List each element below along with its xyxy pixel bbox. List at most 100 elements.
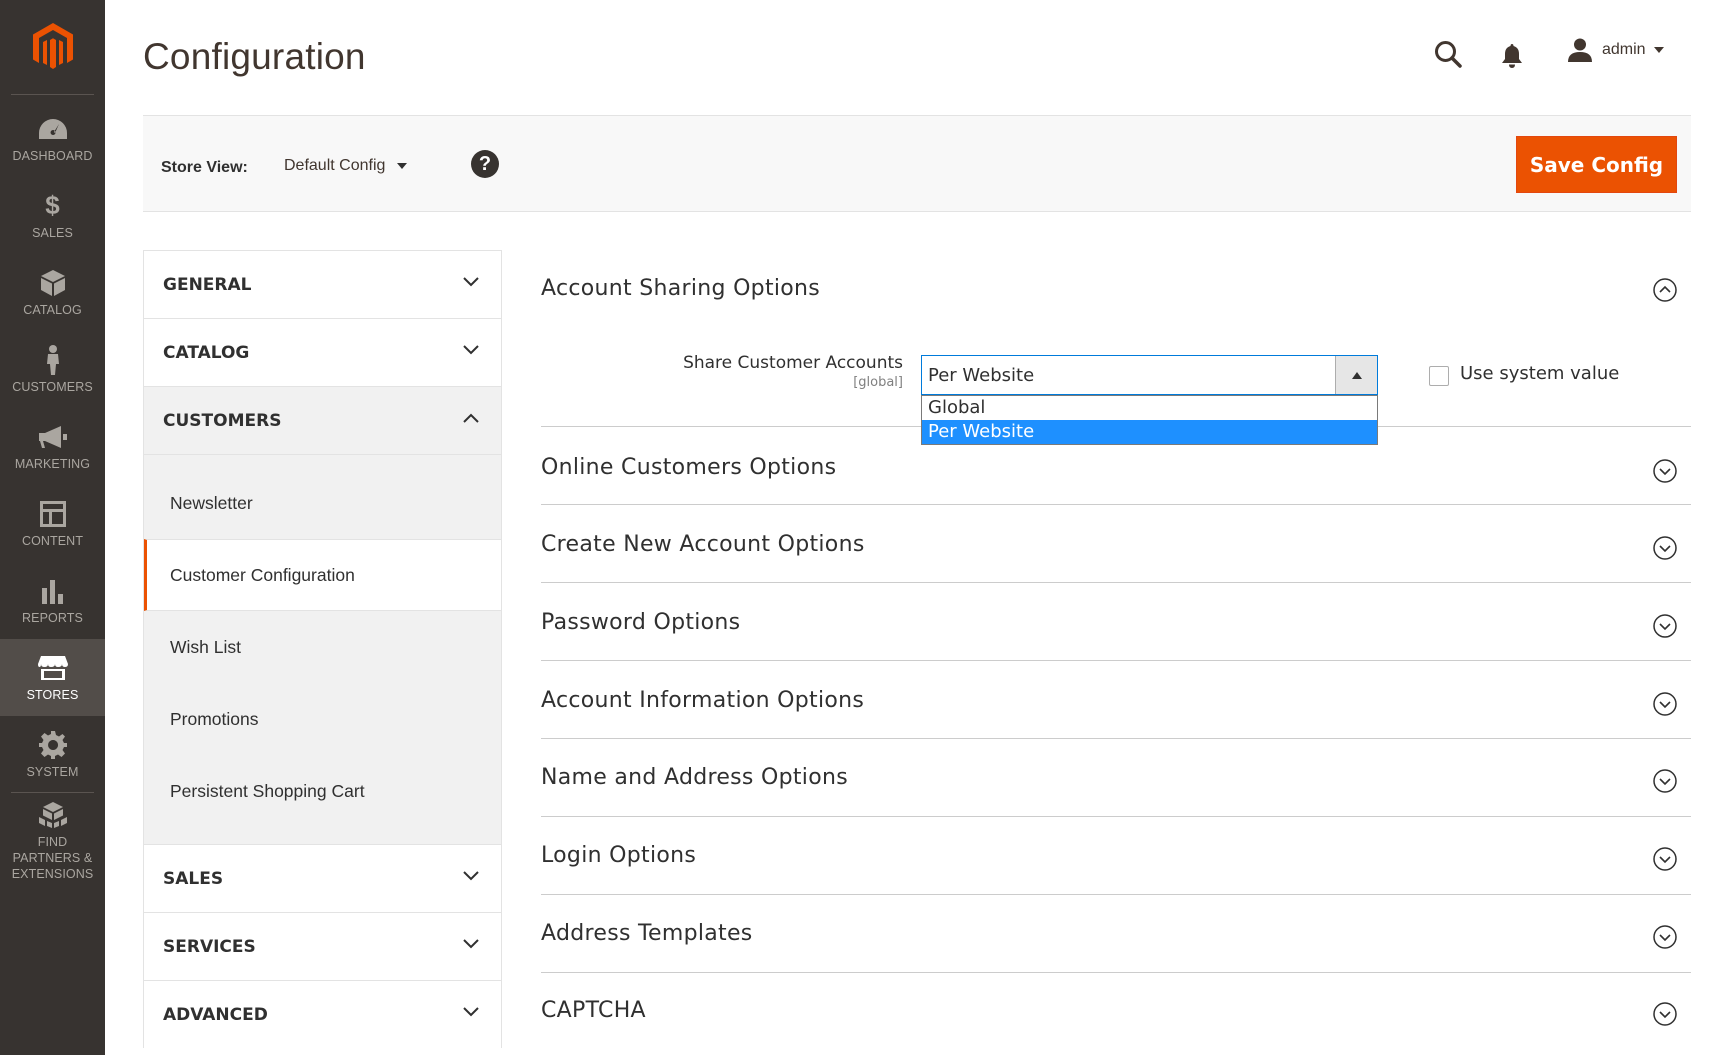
section-title[interactable]: Account Sharing Options [541,276,820,301]
section-address-templates[interactable]: Address Templates [541,896,1691,973]
nav-label-system: SYSTEM [26,764,79,779]
section-title: Online Customers Options [541,455,837,480]
config-item-persistent-shopping-cart[interactable]: Persistent Shopping Cart [144,755,501,827]
option-global[interactable]: Global [922,396,1377,420]
sidebar-divider [11,792,94,793]
dashboard-icon [38,114,68,144]
bell-icon[interactable] [1499,42,1525,70]
dollar-icon: $ [45,190,60,220]
config-item-wish-list[interactable]: Wish List [144,611,501,683]
nav-label-catalog: CATALOG [23,302,82,317]
nav-catalog[interactable]: CATALOG [0,254,105,331]
config-group-sales[interactable]: SALES [144,845,501,913]
nav-find-partners[interactable]: FIND PARTNERS & EXTENSIONS [0,796,105,886]
chevron-down-icon [463,277,479,287]
nav-label-customers: CUSTOMERS [12,379,93,394]
chevron-up-icon [463,413,479,423]
save-config-button[interactable]: Save Config [1516,136,1677,193]
admin-username: admin [1602,41,1646,58]
admin-user-menu[interactable]: admin [1568,38,1664,62]
nav-label-sales: SALES [32,225,73,240]
scope-label: [global] [853,375,903,390]
section-title: CAPTCHA [541,998,646,1023]
magento-logo-icon [32,23,73,69]
section-account-information-options[interactable]: Account Information Options [541,662,1691,739]
nav-label-marketing: MARKETING [14,456,91,471]
section-password-options[interactable]: Password Options [541,584,1691,661]
expand-circle-icon[interactable] [1653,692,1677,716]
expand-circle-icon[interactable] [1653,1002,1677,1026]
config-group-label: CUSTOMERS [163,410,282,431]
config-item-promotions[interactable]: Promotions [144,683,501,755]
config-item-customer-configuration[interactable]: Customer Configuration [144,539,501,611]
cube-icon [38,268,68,298]
user-icon [1568,38,1592,62]
config-group-label: CATALOG [163,342,250,363]
expand-circle-icon[interactable] [1653,459,1677,483]
store-view-switcher[interactable]: Default Config [284,157,408,175]
triangle-up-icon[interactable] [1335,356,1377,394]
config-group-catalog[interactable]: CATALOG [144,319,501,387]
collapse-circle-icon[interactable] [1653,278,1677,302]
use-system-value-label[interactable]: Use system value [1460,363,1619,384]
store-view-label: Store View: [161,159,248,176]
help-icon[interactable]: ? [471,150,499,178]
section-login-options[interactable]: Login Options [541,818,1691,895]
gear-icon [38,730,68,760]
section-title: Password Options [541,610,741,635]
store-view-value: Default Config [284,157,386,174]
config-group-advanced[interactable]: ADVANCED [144,981,501,1049]
person-icon [38,344,68,375]
use-system-value-checkbox[interactable] [1429,366,1449,386]
magento-logo[interactable] [0,0,105,94]
chevron-down-icon [1653,47,1664,53]
bar-chart-icon [38,576,68,606]
section-title: Login Options [541,843,697,868]
storefront-icon [37,653,68,683]
admin-sidebar: DASHBOARD $ SALES CATALOG CUSTOMERS MARK… [0,0,105,1055]
expand-circle-icon[interactable] [1653,925,1677,949]
section-name-and-address-options[interactable]: Name and Address Options [541,740,1691,817]
config-navigation: GENERAL CATALOG CUSTOMERS Newsletter Cus… [143,250,502,1049]
nav-system[interactable]: SYSTEM [0,716,105,793]
nav-label-stores: STORES [26,687,79,702]
section-title: Create New Account Options [541,532,865,557]
chevron-down-icon [463,939,479,949]
config-item-newsletter[interactable]: Newsletter [144,467,501,539]
nav-customers[interactable]: CUSTOMERS [0,331,105,408]
config-group-label: SALES [163,868,224,889]
nav-reports[interactable]: REPORTS [0,562,105,639]
expand-circle-icon[interactable] [1653,769,1677,793]
nav-marketing[interactable]: MARKETING [0,408,105,485]
expand-circle-icon[interactable] [1653,536,1677,560]
section-create-new-account-options[interactable]: Create New Account Options [541,506,1691,583]
expand-circle-icon[interactable] [1653,847,1677,871]
boxes-icon [38,800,68,830]
nav-label-find-partners: FIND PARTNERS & EXTENSIONS [11,835,94,881]
nav-dashboard[interactable]: DASHBOARD [0,100,105,177]
share-customer-accounts-select[interactable]: Per Website [921,355,1378,395]
config-group-label: SERVICES [163,936,256,957]
config-group-services[interactable]: SERVICES [144,913,501,981]
nav-content[interactable]: CONTENT [0,485,105,562]
config-group-customers[interactable]: CUSTOMERS [144,387,501,455]
config-group-general[interactable]: GENERAL [144,251,501,319]
nav-label-dashboard: DASHBOARD [12,148,93,163]
chevron-down-icon [397,163,408,169]
section-title: Address Templates [541,921,753,946]
chevron-down-icon [463,1007,479,1017]
megaphone-icon [38,422,68,452]
layout-icon [38,499,68,529]
search-icon[interactable] [1433,39,1463,69]
nav-label-content: CONTENT [21,533,84,548]
config-group-label: GENERAL [163,274,252,295]
chevron-down-icon [463,345,479,355]
select-current-value: Per Website [928,365,1035,386]
section-captcha[interactable]: CAPTCHA [541,974,1691,1051]
nav-stores[interactable]: STORES [0,639,105,716]
section-online-customers-options[interactable]: Online Customers Options [541,428,1691,505]
nav-sales[interactable]: $ SALES [0,177,105,254]
section-title: Account Information Options [541,688,865,713]
expand-circle-icon[interactable] [1653,614,1677,638]
config-group-label: ADVANCED [163,1005,268,1025]
